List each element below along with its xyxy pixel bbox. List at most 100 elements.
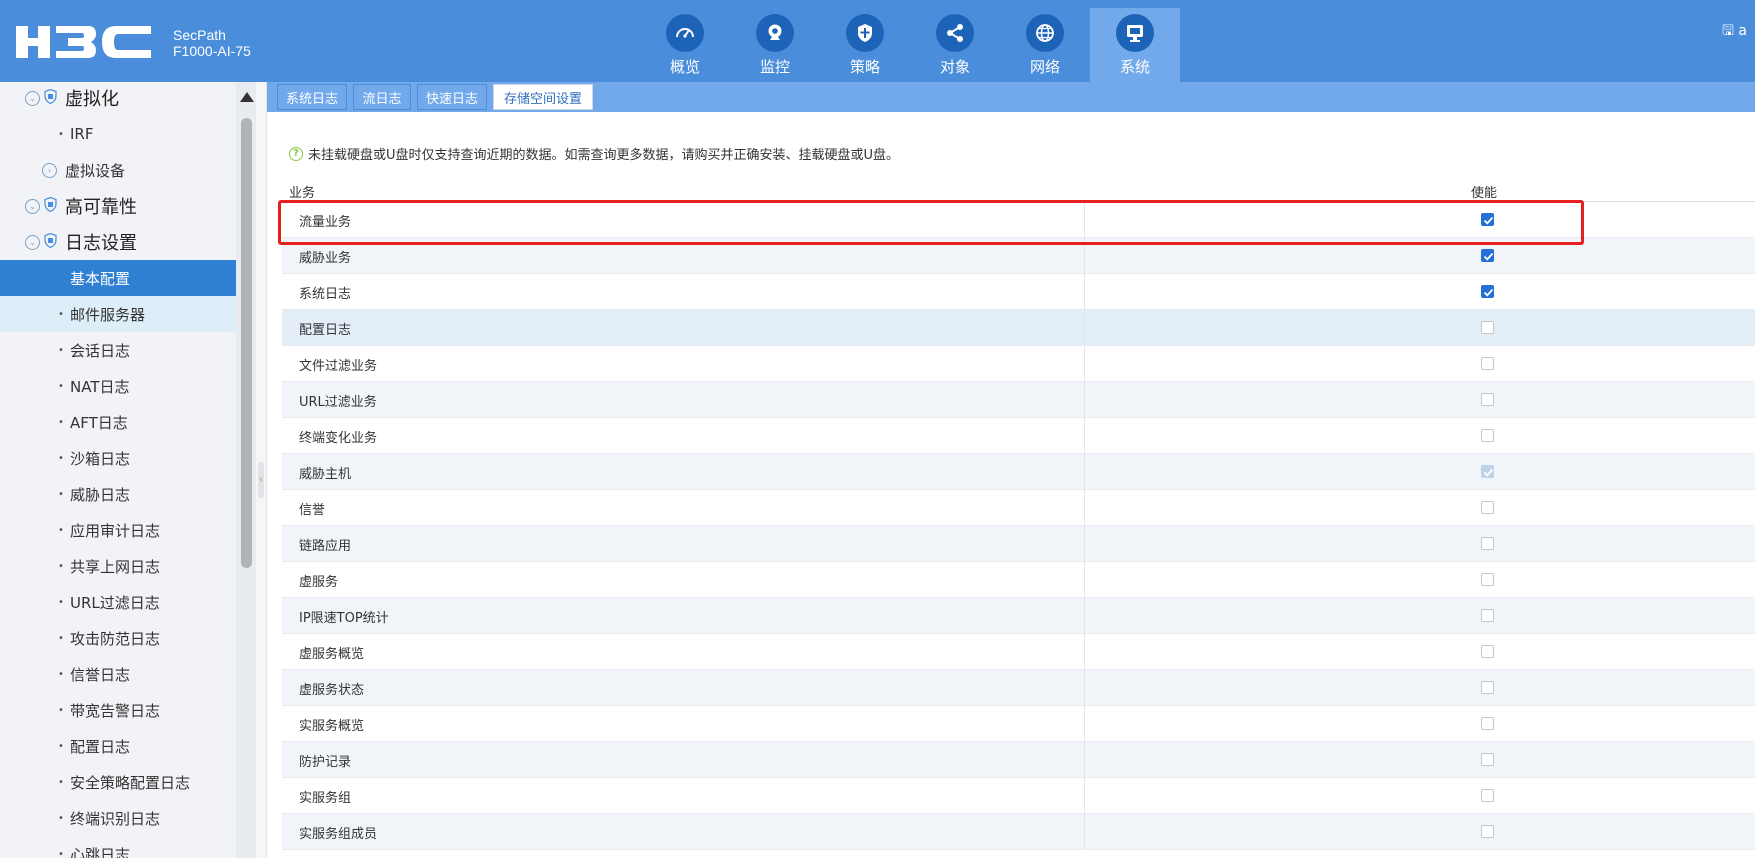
- expand-toggle-icon[interactable]: ⌄: [25, 234, 40, 250]
- enable-checkbox[interactable]: [1481, 393, 1494, 406]
- table-row[interactable]: 实服务组成员: [282, 814, 1755, 850]
- enable-checkbox[interactable]: [1481, 249, 1494, 262]
- table-row[interactable]: 虚服务: [282, 562, 1755, 598]
- table-row[interactable]: 链路应用: [282, 526, 1755, 562]
- service-name-cell: 实服务概览: [299, 718, 365, 734]
- table-row[interactable]: 虚服务概览: [282, 634, 1755, 670]
- enable-checkbox[interactable]: [1481, 645, 1494, 658]
- enable-checkbox[interactable]: [1481, 537, 1494, 550]
- username: a: [1738, 23, 1747, 39]
- enable-checkbox[interactable]: [1481, 429, 1494, 442]
- table-row[interactable]: 实服务概览: [282, 706, 1755, 742]
- enable-checkbox[interactable]: [1481, 753, 1494, 766]
- enable-checkbox[interactable]: [1481, 681, 1494, 694]
- tab-storage-settings[interactable]: 存储空间设置: [493, 84, 593, 110]
- sidebar-item-label: 会话日志: [70, 341, 131, 360]
- sidebar-item[interactable]: • NAT日志: [0, 368, 236, 404]
- enable-checkbox[interactable]: [1481, 501, 1494, 514]
- sidebar-item[interactable]: • IRF: [0, 116, 236, 152]
- enable-checkbox[interactable]: [1481, 825, 1494, 838]
- sidebar-item[interactable]: • AFT日志: [0, 404, 236, 440]
- column-divider: [1084, 562, 1085, 598]
- sidebar-item[interactable]: ⌄ 高可靠性: [0, 188, 236, 224]
- sidebar-item-label: 带宽告警日志: [70, 701, 161, 720]
- collapse-sidebar-handle[interactable]: ‹: [258, 462, 264, 498]
- sidebar-item[interactable]: • 威胁日志: [0, 476, 236, 512]
- enable-checkbox[interactable]: [1481, 213, 1494, 226]
- nav-overview[interactable]: 概览: [640, 8, 730, 82]
- bullet-icon: •: [58, 488, 64, 500]
- sidebar-item[interactable]: • 心跳日志: [0, 836, 236, 858]
- tab-system-log[interactable]: 系统日志: [277, 84, 347, 110]
- bullet-icon: •: [58, 740, 64, 752]
- sidebar-item[interactable]: • 共享上网日志: [0, 548, 236, 584]
- enable-checkbox[interactable]: [1481, 609, 1494, 622]
- sidebar-item[interactable]: • 信誉日志: [0, 656, 236, 692]
- service-name-cell: IP限速TOP统计: [299, 610, 389, 626]
- sidebar-item[interactable]: • 带宽告警日志: [0, 692, 236, 728]
- table-row[interactable]: 文件过滤业务: [282, 346, 1755, 382]
- sidebar-item[interactable]: • 会话日志: [0, 332, 236, 368]
- sidebar-item[interactable]: • 沙箱日志: [0, 440, 236, 476]
- table-row[interactable]: 流量业务: [282, 202, 1755, 238]
- sidebar-item[interactable]: 基本配置: [0, 260, 236, 296]
- sidebar-item[interactable]: • 攻击防范日志: [0, 620, 236, 656]
- expand-toggle-icon[interactable]: ›: [42, 162, 57, 178]
- sidebar-item[interactable]: • 安全策略配置日志: [0, 764, 236, 800]
- service-name-cell: 虚服务: [299, 574, 339, 590]
- sidebar-item[interactable]: • URL过滤日志: [0, 584, 236, 620]
- bullet-icon: •: [58, 812, 64, 824]
- sidebar-item-label: 邮件服务器: [70, 305, 146, 324]
- table-row[interactable]: 虚服务状态: [282, 670, 1755, 706]
- sidebar-item-label: 基本配置: [70, 269, 131, 288]
- sidebar-item-label: 心跳日志: [70, 845, 131, 858]
- service-name-cell: 威胁主机: [299, 466, 352, 482]
- table-row[interactable]: 防护记录: [282, 742, 1755, 778]
- nav-network[interactable]: 网络: [1000, 8, 1090, 82]
- table-row[interactable]: 配置日志: [282, 310, 1755, 346]
- table-row[interactable]: 系统日志: [282, 274, 1755, 310]
- sidebar-item[interactable]: ⌄ 日志设置: [0, 224, 236, 260]
- sidebar-item[interactable]: ⌄ 虚拟化: [0, 82, 236, 116]
- expand-toggle-icon[interactable]: ⌄: [25, 90, 40, 106]
- nav-policy[interactable]: 策略: [820, 8, 910, 82]
- service-name-cell: 防护记录: [299, 754, 352, 770]
- scrollbar-thumb[interactable]: [241, 118, 252, 568]
- scroll-up-arrow-icon[interactable]: [240, 92, 254, 102]
- expand-toggle-icon[interactable]: ⌄: [25, 198, 40, 214]
- table-row[interactable]: 威胁主机: [282, 454, 1755, 490]
- table-row[interactable]: 信誉: [282, 490, 1755, 526]
- table-row[interactable]: 实服务组: [282, 778, 1755, 814]
- menu-category-icon: [44, 232, 65, 253]
- enable-checkbox[interactable]: [1481, 357, 1494, 370]
- sidebar-item[interactable]: • 应用审计日志: [0, 512, 236, 548]
- save-icon[interactable]: 🖫: [1722, 23, 1734, 39]
- nav-monitor[interactable]: 监控: [730, 8, 820, 82]
- sidebar-item[interactable]: • 配置日志: [0, 728, 236, 764]
- sidebar-item[interactable]: • 邮件服务器: [0, 296, 236, 332]
- sidebar-item[interactable]: › 虚拟设备: [0, 152, 236, 188]
- nav-system[interactable]: 系统: [1090, 8, 1180, 82]
- table-row[interactable]: URL过滤业务: [282, 382, 1755, 418]
- sidebar-item-label: 沙箱日志: [70, 449, 131, 468]
- enable-checkbox[interactable]: [1481, 573, 1494, 586]
- tab-fast-log[interactable]: 快速日志: [417, 84, 487, 110]
- column-header-service: 业务: [289, 186, 316, 201]
- user-menu[interactable]: 🖫 a: [1722, 20, 1747, 44]
- nav-label: 策略: [849, 58, 880, 76]
- enable-checkbox[interactable]: [1481, 789, 1494, 802]
- column-divider: [1084, 814, 1085, 850]
- table-row[interactable]: 终端变化业务: [282, 418, 1755, 454]
- nav-label: 网络: [1029, 58, 1060, 76]
- sidebar-item-label: URL过滤日志: [70, 593, 160, 612]
- table-row[interactable]: IP限速TOP统计: [282, 598, 1755, 634]
- enable-checkbox[interactable]: [1481, 321, 1494, 334]
- table-row[interactable]: 威胁业务: [282, 238, 1755, 274]
- sidebar-item-label: 攻击防范日志: [70, 629, 161, 648]
- enable-checkbox[interactable]: [1481, 285, 1494, 298]
- product-model: F1000-AI-75: [173, 43, 251, 59]
- tab-flow-log[interactable]: 流日志: [353, 84, 411, 110]
- sidebar-item[interactable]: • 终端识别日志: [0, 800, 236, 836]
- nav-object[interactable]: 对象: [910, 8, 1000, 82]
- enable-checkbox[interactable]: [1481, 717, 1494, 730]
